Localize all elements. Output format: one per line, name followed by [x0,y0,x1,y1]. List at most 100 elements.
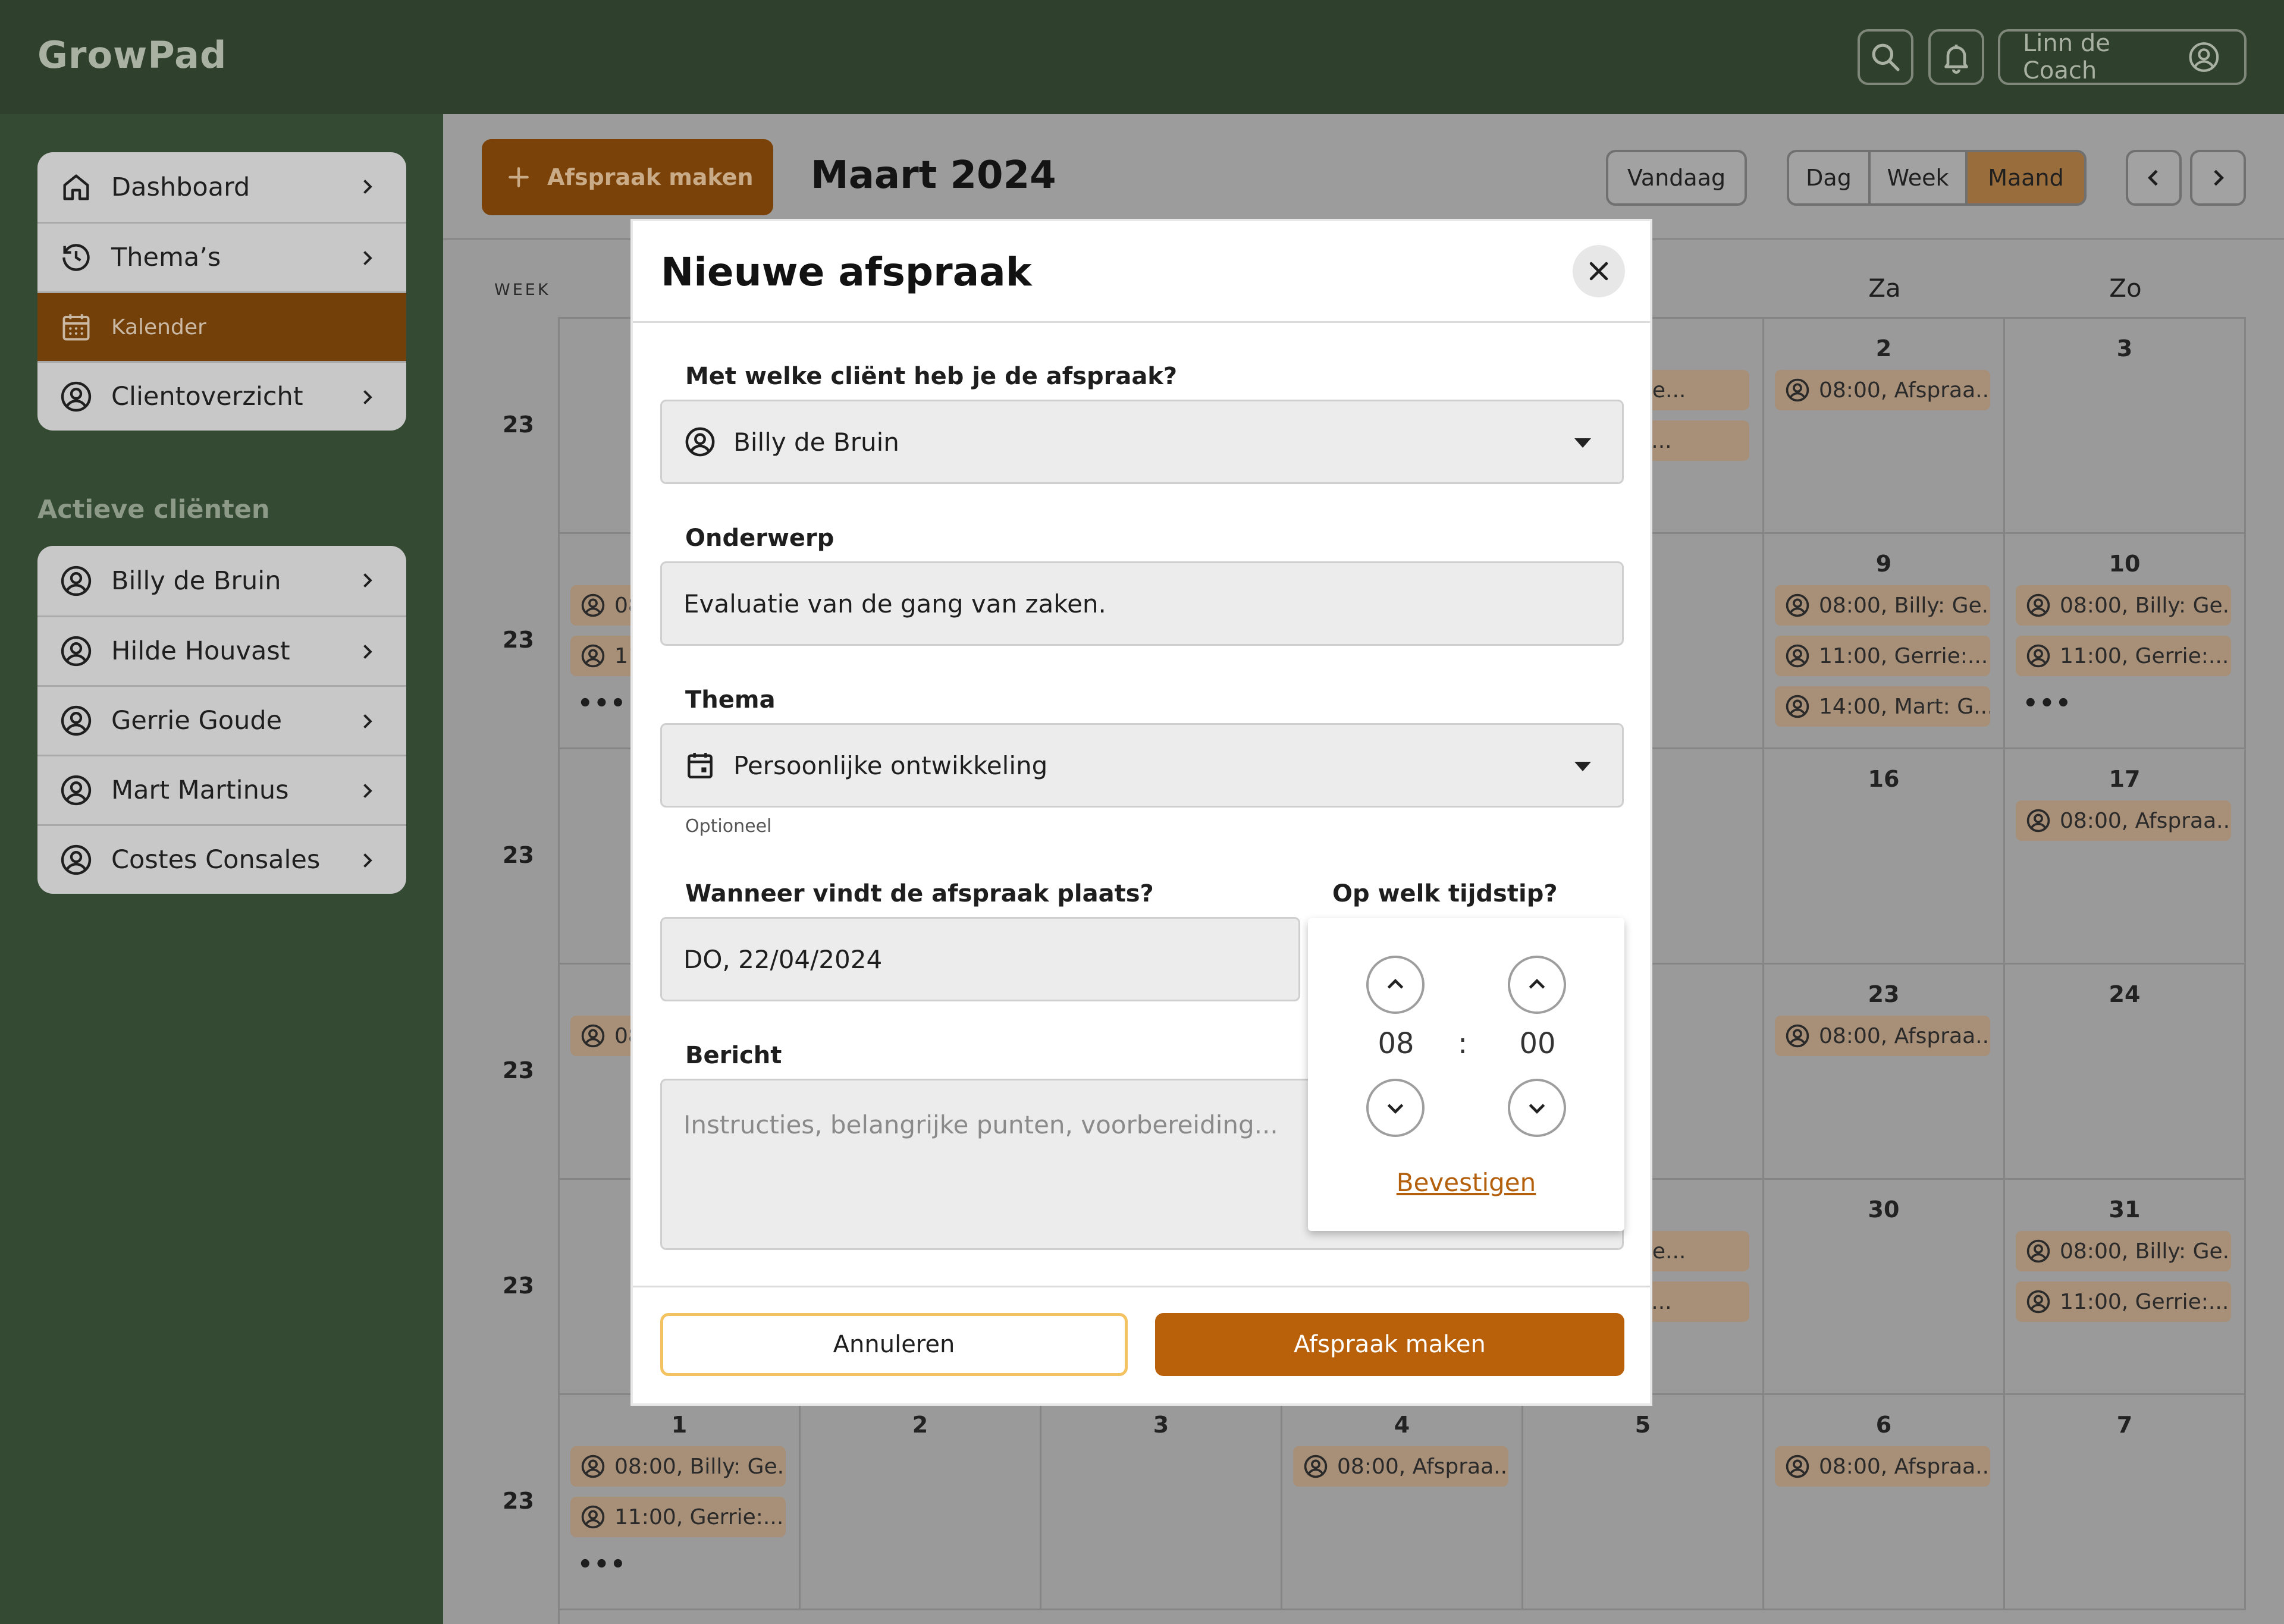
client-item-mart[interactable]: Mart Martinus [37,755,406,824]
more-events-indicator[interactable]: ••• [578,1551,627,1578]
calendar-event[interactable]: 11:00, Gerrie:... [1775,636,1990,676]
calendar-event[interactable]: 08:00, Billy: Ge... [1775,585,1990,626]
home-icon [63,174,89,200]
chevron-down-icon [1387,1104,1404,1114]
new-appointment-dialog: Nieuwe afspraak Met welke cliënt heb je … [633,221,1650,1403]
more-events-indicator[interactable]: ••• [578,690,627,717]
user-menu-button[interactable]: Linn de Coach [1998,29,2247,85]
notifications-button[interactable] [1928,29,1984,85]
month-title: Maart 2024 [811,153,1056,197]
day-cell[interactable]: 1 08:00, Billy: Ge... 11:00, Gerrie:... … [560,1395,801,1610]
view-week-button[interactable]: Week [1871,150,1968,206]
calendar-event[interactable]: 08:00, Billy: Ge... [2016,585,2231,626]
day-number: 3 [1153,1412,1169,1438]
chevron-right-icon [363,180,372,194]
sidebar-item-label: Kalender [111,315,206,340]
client-item-costes[interactable]: Costes Consales [37,824,406,894]
previous-month-button[interactable] [2126,150,2182,206]
sidebar-item-client-overview[interactable]: Clientoverzicht [37,361,406,431]
close-dialog-button[interactable] [1573,245,1625,297]
calendar-event[interactable]: 11:00, Gerrie:... [2016,1281,2231,1322]
day-number: 3 [2116,335,2133,362]
day-number: 23 [1868,981,1900,1007]
hour-increment-button[interactable] [1366,956,1425,1014]
bell-icon [1944,45,1968,74]
minute-value[interactable]: 00 [1502,1027,1573,1060]
theme-select[interactable]: Persoonlijke ontwikkeling [660,723,1624,808]
close-icon [1589,262,1608,281]
next-month-button[interactable] [2190,150,2246,206]
view-month-button[interactable]: Maand [1968,150,2087,206]
dialog-header-divider [633,321,1650,323]
day-cell[interactable]: 3 [2005,319,2246,534]
user-circle-icon [61,705,92,736]
hour-value[interactable]: 08 [1360,1027,1432,1060]
calendar-event[interactable]: 08:00, Afspraa... [1775,370,1990,410]
day-cell[interactable]: 2 [801,1395,1041,1610]
day-cell[interactable]: 3 [1041,1395,1282,1610]
day-cell[interactable]: 4 08:00, Afspraa... [1282,1395,1523,1610]
calendar-event[interactable]: 11:00, Gerrie:... [570,1497,786,1537]
client-item-label: Costes Consales [111,845,321,875]
day-cell[interactable]: 16 [1764,749,2005,965]
user-circle-icon [2026,1290,2050,1314]
view-day-button[interactable]: Dag [1787,150,1871,206]
create-appointment-button[interactable]: Afspraak maken [1155,1313,1624,1376]
calendar-event[interactable]: 08:00, Afspraa... [1293,1446,1508,1487]
day-cell[interactable]: 2 08:00, Afspraa... [1764,319,2005,534]
day-cell[interactable]: 23 08:00, Afspraa... [1764,965,2005,1180]
day-cell[interactable]: 24 [2005,965,2246,1180]
client-item-billy[interactable]: Billy de Bruin [37,546,406,615]
minute-increment-button[interactable] [1508,956,1566,1014]
day-cell[interactable]: 5 [1523,1395,1764,1610]
week-number: 23 [503,412,534,438]
day-cell[interactable]: 17 08:00, Afspraa... [2005,749,2246,965]
day-number: 2 [912,1412,928,1438]
calendar-event[interactable]: 11:00, Gerrie:... [2016,636,2231,676]
sidebar: Dashboard Thema’s Kalender Clientoverzic… [0,114,443,1624]
chevron-down-icon [1529,1104,1545,1114]
day-number: 17 [2109,766,2141,792]
day-number: 2 [1875,335,1892,362]
calendar-event[interactable]: 08:00, Afspraa... [1775,1446,1990,1487]
hour-decrement-button[interactable] [1366,1079,1425,1137]
calendar-icon [62,314,90,341]
day-cell[interactable]: 10 08:00, Billy: Ge... 11:00, Gerrie:...… [2005,534,2246,749]
user-circle-icon [581,1024,605,1048]
day-cell[interactable]: 7 [2005,1395,2246,1610]
calendar-event[interactable]: 08:00, Afspraa... [2016,800,2231,841]
sidebar-item-themes[interactable]: Thema’s [37,222,406,291]
more-events-indicator[interactable]: ••• [2023,690,2072,717]
calendar-event[interactable]: 08:00, Billy: Ge... [2016,1231,2231,1271]
day-number: 10 [2109,551,2141,577]
client-item-hilde[interactable]: Hilde Houvast [37,615,406,685]
message-field-label: Bericht [685,1042,782,1069]
day-cell[interactable]: 31 08:00, Billy: Ge... 11:00, Gerrie:... [2005,1180,2246,1395]
dialog-title: Nieuwe afspraak [661,249,1032,295]
event-label: 14:00, Mart: G... [1819,694,1990,719]
day-cell[interactable]: 6 08:00, Afspraa... [1764,1395,2005,1610]
calendar-event[interactable]: 14:00, Mart: G... [1775,686,1990,727]
search-button[interactable] [1858,29,1913,85]
calendar-event[interactable]: 08:00, Billy: Ge... [570,1446,786,1487]
day-cell[interactable]: 30 [1764,1180,2005,1395]
client-item-gerrie[interactable]: Gerrie Goude [37,685,406,755]
cancel-button[interactable]: Annuleren [660,1313,1128,1376]
sidebar-item-dashboard[interactable]: Dashboard [37,152,406,222]
calendar-event[interactable]: 08:00, Afspraa... [1775,1016,1990,1056]
history-icon [62,244,90,271]
client-select[interactable]: Billy de Bruin [660,400,1624,484]
date-input[interactable]: DO, 22/04/2024 [660,917,1300,1001]
theme-select-value: Persoonlijke ontwikkeling [733,750,1048,780]
app-logo[interactable]: GrowPad [37,33,227,77]
day-cell[interactable]: 9 08:00, Billy: Ge... 11:00, Gerrie:... … [1764,534,2005,749]
confirm-time-link[interactable]: Bevestigen [1308,1168,1624,1197]
calendar-event-icon [688,753,713,779]
user-circle-icon [2189,42,2219,72]
subject-input[interactable]: Evaluatie van de gang van zaken. [660,561,1624,646]
search-icon [1872,43,1900,71]
new-appointment-button[interactable]: Afspraak maken [482,139,773,215]
sidebar-item-calendar[interactable]: Kalender [37,291,406,361]
minute-decrement-button[interactable] [1508,1079,1566,1137]
today-button[interactable]: Vandaag [1606,150,1747,206]
